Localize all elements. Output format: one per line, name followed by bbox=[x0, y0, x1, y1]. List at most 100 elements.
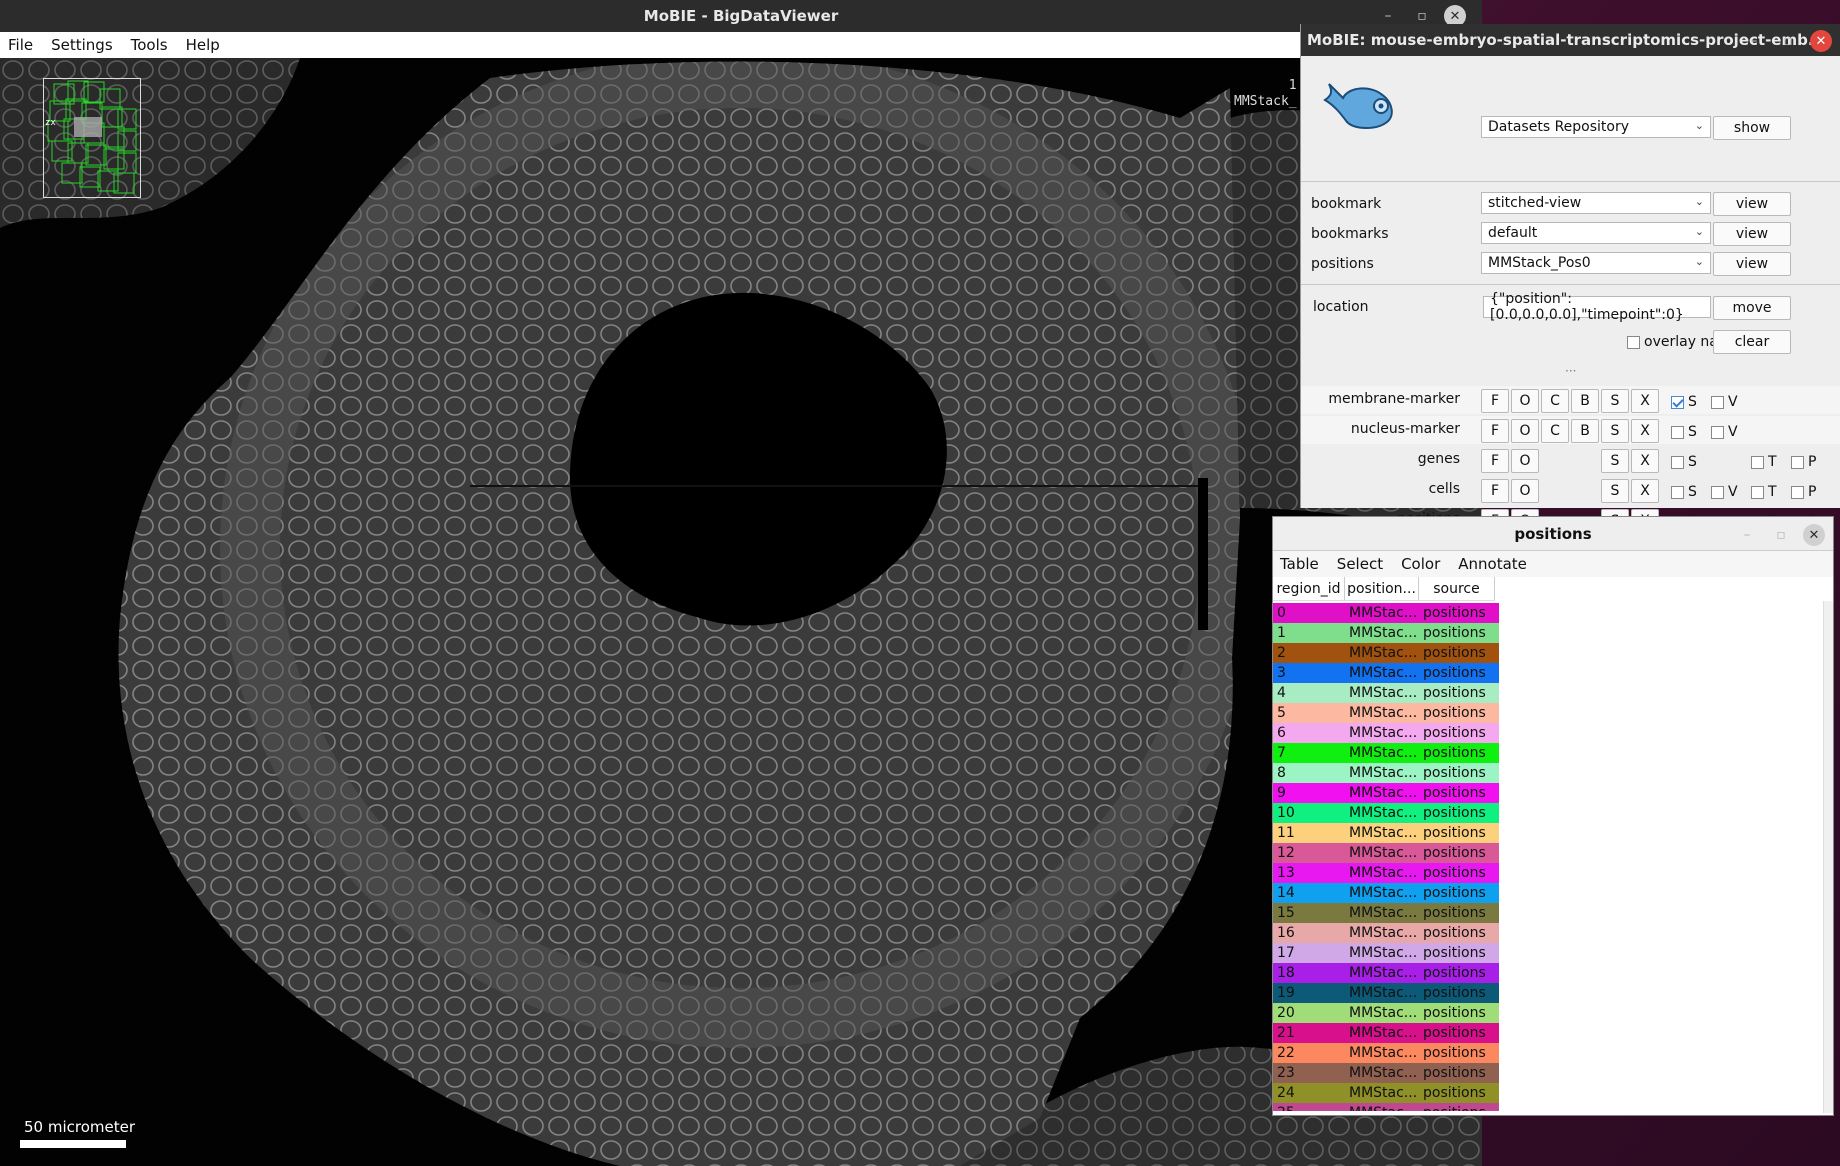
source-checkbox-s[interactable]: S bbox=[1671, 484, 1697, 500]
table-row[interactable]: 15 MMStac... positions bbox=[1273, 903, 1499, 923]
source-action-button[interactable]: S bbox=[1601, 419, 1629, 443]
table-row[interactable]: 11 MMStac... positions bbox=[1273, 823, 1499, 843]
source-action-button[interactable]: B bbox=[1571, 419, 1599, 443]
mobie-titlebar[interactable]: MoBIE: mouse-embryo-spatial-transcriptom… bbox=[1301, 24, 1840, 56]
source-action-button[interactable]: O bbox=[1511, 479, 1539, 503]
minimize-icon[interactable]: – bbox=[1735, 523, 1759, 547]
source-checkbox-s[interactable]: S bbox=[1671, 394, 1697, 410]
table-row[interactable]: 25MMStac...positions bbox=[1273, 1103, 1499, 1111]
checkbox-box[interactable] bbox=[1671, 455, 1684, 469]
positions-view-button[interactable]: view bbox=[1713, 252, 1791, 276]
maximize-icon[interactable]: ▫ bbox=[1776, 29, 1800, 53]
table-row[interactable]: 20 MMStac... positions bbox=[1273, 1003, 1499, 1023]
column-header-region-id[interactable]: region_id bbox=[1273, 577, 1345, 600]
table-row[interactable]: 18 MMStac... positions bbox=[1273, 963, 1499, 983]
source-action-button[interactable]: F bbox=[1481, 419, 1509, 443]
table-row[interactable]: 23 MMStac... positions bbox=[1273, 1063, 1499, 1083]
source-checkbox-v[interactable]: V bbox=[1711, 394, 1738, 410]
bdv-titlebar[interactable]: MoBIE - BigDataViewer – ▫ ✕ bbox=[0, 0, 1482, 32]
checkbox-box[interactable] bbox=[1671, 425, 1684, 439]
table-row[interactable]: 6 MMStac... positions bbox=[1273, 723, 1499, 743]
source-action-button[interactable]: S bbox=[1601, 449, 1629, 473]
source-action-button[interactable]: C bbox=[1541, 419, 1569, 443]
table-row[interactable]: 5 MMStac... positions bbox=[1273, 703, 1499, 723]
checkbox-box[interactable] bbox=[1751, 455, 1764, 469]
checkbox-box[interactable] bbox=[1627, 335, 1640, 349]
table-menu-select[interactable]: Select bbox=[1337, 555, 1383, 573]
source-action-button[interactable]: F bbox=[1481, 389, 1509, 413]
location-input[interactable]: {"position":[0.0,0.0,0.0],"timepoint":0} bbox=[1483, 291, 1711, 323]
menu-settings[interactable]: Settings bbox=[51, 36, 113, 54]
table-row[interactable]: 1 MMStac... positions bbox=[1273, 623, 1499, 643]
source-action-button[interactable]: O bbox=[1511, 419, 1539, 443]
source-action-button[interactable]: X bbox=[1631, 479, 1659, 503]
source-checkbox-s[interactable]: S bbox=[1671, 424, 1697, 440]
source-action-button[interactable]: O bbox=[1511, 389, 1539, 413]
checkbox-box[interactable] bbox=[1751, 485, 1764, 499]
table-scrollbar[interactable] bbox=[1823, 601, 1833, 1113]
source-checkbox-p[interactable]: P bbox=[1791, 484, 1816, 500]
source-action-button[interactable]: X bbox=[1631, 389, 1659, 413]
positions-dropdown[interactable]: MMStack_Pos0 ⌄ bbox=[1481, 252, 1711, 274]
source-action-button[interactable]: S bbox=[1601, 389, 1629, 413]
table-row[interactable]: 0 MMStac... positions bbox=[1273, 603, 1499, 623]
overview-navigator[interactable]: zx bbox=[43, 78, 141, 198]
checkbox-box[interactable] bbox=[1711, 485, 1724, 499]
checkbox-box[interactable] bbox=[1671, 395, 1684, 409]
minimize-icon[interactable]: – bbox=[1742, 29, 1766, 53]
table-titlebar[interactable]: positions – ▫ ✕ bbox=[1273, 517, 1833, 551]
source-checkbox-v[interactable]: V bbox=[1711, 484, 1738, 500]
bookmark-view-button[interactable]: view bbox=[1713, 192, 1791, 216]
source-checkbox-t[interactable]: T bbox=[1751, 454, 1777, 470]
table-row[interactable]: 24 MMStac... positions bbox=[1273, 1083, 1499, 1103]
source-action-button[interactable]: B bbox=[1571, 389, 1599, 413]
table-menu-table[interactable]: Table bbox=[1280, 555, 1319, 573]
table-row[interactable]: 17 MMStac... positions bbox=[1273, 943, 1499, 963]
table-row[interactable]: 12 MMStac... positions bbox=[1273, 843, 1499, 863]
source-checkbox-p[interactable]: P bbox=[1791, 454, 1816, 470]
source-checkbox-t[interactable]: T bbox=[1751, 484, 1777, 500]
source-checkbox-s[interactable]: S bbox=[1671, 454, 1697, 470]
source-action-button[interactable]: S bbox=[1601, 479, 1629, 503]
table-row[interactable]: 19 MMStac... positions bbox=[1273, 983, 1499, 1003]
menu-help[interactable]: Help bbox=[186, 36, 220, 54]
menu-tools[interactable]: Tools bbox=[131, 36, 168, 54]
image-viewer-canvas[interactable]: zx 1 MMStack_ 50 micrometer bbox=[0, 58, 1482, 1166]
checkbox-box[interactable] bbox=[1671, 485, 1684, 499]
maximize-icon[interactable]: ▫ bbox=[1769, 523, 1793, 547]
table-row[interactable]: 8 MMStac... positions bbox=[1273, 763, 1499, 783]
table-menu-color[interactable]: Color bbox=[1401, 555, 1440, 573]
show-button[interactable]: show bbox=[1713, 116, 1791, 140]
checkbox-box[interactable] bbox=[1711, 425, 1724, 439]
bookmarks-view-button[interactable]: view bbox=[1713, 222, 1791, 246]
menu-file[interactable]: File bbox=[8, 36, 33, 54]
bookmarks-dropdown[interactable]: default ⌄ bbox=[1481, 222, 1711, 244]
column-header-position[interactable]: position... bbox=[1345, 577, 1419, 600]
move-button[interactable]: move bbox=[1713, 296, 1791, 320]
table-row[interactable]: 22 MMStac... positions bbox=[1273, 1043, 1499, 1063]
source-checkbox-v[interactable]: V bbox=[1711, 424, 1738, 440]
table-row[interactable]: 21 MMStac... positions bbox=[1273, 1023, 1499, 1043]
repository-dropdown[interactable]: Datasets Repository ⌄ bbox=[1481, 116, 1711, 138]
table-row[interactable]: 4 MMStac... positions bbox=[1273, 683, 1499, 703]
source-action-button[interactable]: F bbox=[1481, 449, 1509, 473]
table-row[interactable]: 14 MMStac... positions bbox=[1273, 883, 1499, 903]
source-action-button[interactable]: O bbox=[1511, 449, 1539, 473]
checkbox-box[interactable] bbox=[1711, 395, 1724, 409]
source-action-button[interactable]: C bbox=[1541, 389, 1569, 413]
splitter-handle[interactable]: ··· bbox=[1565, 364, 1576, 378]
table-menu-annotate[interactable]: Annotate bbox=[1458, 555, 1527, 573]
table-row[interactable]: 7 MMStac... positions bbox=[1273, 743, 1499, 763]
table-row[interactable]: 2 MMStac... positions bbox=[1273, 643, 1499, 663]
table-row[interactable]: 9 MMStac... positions bbox=[1273, 783, 1499, 803]
source-action-button[interactable]: X bbox=[1631, 419, 1659, 443]
table-row[interactable]: 10 MMStac... positions bbox=[1273, 803, 1499, 823]
column-header-source[interactable]: source bbox=[1419, 577, 1495, 600]
bookmark-dropdown[interactable]: stitched-view ⌄ bbox=[1481, 192, 1711, 214]
checkbox-box[interactable] bbox=[1791, 485, 1804, 499]
source-action-button[interactable]: F bbox=[1481, 479, 1509, 503]
clear-button[interactable]: clear bbox=[1713, 330, 1791, 354]
table-row[interactable]: 13 MMStac... positions bbox=[1273, 863, 1499, 883]
close-icon[interactable]: ✕ bbox=[1803, 524, 1825, 546]
source-action-button[interactable]: X bbox=[1631, 449, 1659, 473]
